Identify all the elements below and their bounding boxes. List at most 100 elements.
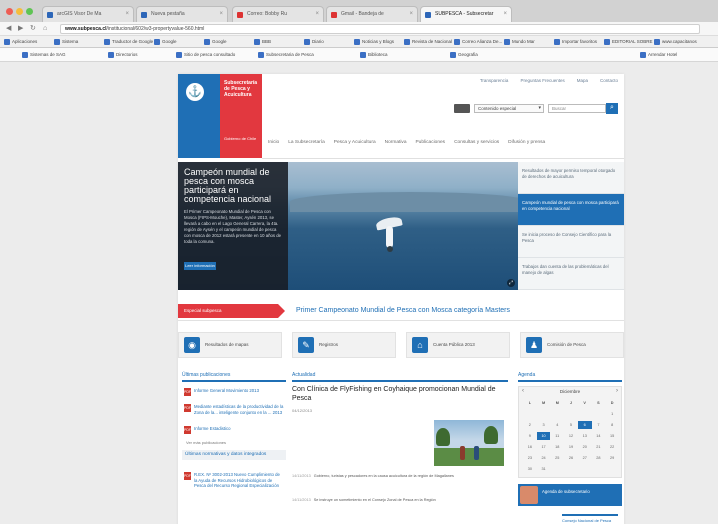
bookmark-item[interactable]: EDITORIAL SOBRE (604, 38, 653, 46)
url-input[interactable]: www.subpesca.cl/institucional/602/w3-pro… (60, 24, 700, 34)
calendar-day[interactable]: 7 (592, 421, 606, 429)
top-link[interactable]: Contacto (600, 78, 618, 83)
browser-tab[interactable]: arcGIS Visor De Ma × (42, 6, 134, 22)
bookmark-item[interactable]: Importar favoritos (554, 38, 597, 46)
calendar-day[interactable]: 21 (592, 443, 606, 451)
calendar-day[interactable]: 27 (578, 454, 592, 462)
calendar-day[interactable]: 4 (550, 421, 564, 429)
calendar-day[interactable]: 12 (564, 432, 578, 440)
close-window-button[interactable] (6, 8, 13, 15)
see-all-publications-link[interactable]: Ver más publicaciones (186, 440, 226, 445)
calendar-day[interactable]: 30 (523, 465, 537, 473)
bookmark-item[interactable]: Traductor de Google (104, 38, 153, 46)
calendar-day[interactable]: 1 (605, 410, 619, 418)
consejo-link[interactable]: Consejo Nacional de Pesca Consejo Cientí… (562, 514, 618, 524)
search-input[interactable]: Buscar (548, 103, 606, 113)
monitor-icon[interactable] (454, 103, 470, 113)
quick-access-card[interactable]: ✎ Registros (292, 332, 396, 358)
calendar-day[interactable]: 16 (523, 443, 537, 451)
nav-item[interactable]: La Subsecretaría (288, 140, 325, 145)
calendar-day[interactable]: 18 (550, 443, 564, 451)
calendar-day[interactable]: 24 (537, 454, 551, 462)
calendar-day[interactable]: 8 (605, 421, 619, 429)
tab-close-icon[interactable]: × (125, 11, 129, 17)
maximize-window-button[interactable] (26, 8, 33, 15)
tab-close-icon[interactable]: × (503, 11, 507, 17)
calendar-day[interactable]: 3 (537, 421, 551, 429)
expand-icon[interactable]: ⤢ (507, 279, 515, 287)
forward-icon[interactable]: ▶ (18, 25, 23, 33)
publication-item[interactable]: PDF Informe General Movimiento 2013 (184, 388, 284, 396)
nav-item[interactable]: Difusión y prensa (508, 140, 545, 145)
search-button[interactable]: ⌕ (606, 102, 618, 114)
calendar-next-icon[interactable]: › (616, 388, 618, 394)
nav-item[interactable]: Inicio (268, 140, 279, 145)
publication-item[interactable]: PDF Mediante estadísticas de la producti… (184, 404, 284, 415)
tab-close-icon[interactable]: × (409, 11, 413, 17)
calendar-day[interactable]: 15 (605, 432, 619, 440)
quick-access-card[interactable]: ◉ Resultados de mapas (178, 332, 282, 358)
quick-access-card[interactable]: ♟ Comisión de Pesca (520, 332, 624, 358)
bookmark-item[interactable]: Arrendar Hotel (640, 51, 677, 59)
calendar-day[interactable]: 22 (605, 443, 619, 451)
news-headline[interactable]: Con Clínica de FlyFishing en Coyhaique p… (292, 386, 502, 403)
bookmark-item[interactable]: Correo Alianza De... (454, 38, 502, 46)
calendar-day[interactable]: 10 (536, 432, 551, 440)
calendar-day[interactable]: 28 (592, 454, 606, 462)
calendar-day[interactable]: 9 (523, 432, 537, 440)
calendar-day[interactable]: 2 (523, 421, 537, 429)
bookmark-item[interactable]: Geografia (450, 51, 478, 59)
reload-icon[interactable]: ↻ (30, 25, 36, 33)
calendar-day[interactable]: 14 (592, 432, 606, 440)
calendar-day[interactable]: 19 (564, 443, 578, 451)
publication-item[interactable]: PDF Informe Estadistico (184, 426, 284, 434)
calendar-day[interactable]: 6 (577, 421, 592, 429)
bookmark-item[interactable]: Sistemas de SAG (22, 51, 66, 59)
hero-side-item[interactable]: Trabajos dan cuenta de las problemáticas… (518, 258, 624, 290)
hero-side-item[interactable]: Se inicia proceso de Consejo Científico … (518, 226, 624, 258)
bookmark-item[interactable]: Revista de Nacional (404, 38, 452, 46)
calendar-day[interactable]: 17 (537, 443, 551, 451)
nav-item[interactable]: Publicaciones (415, 140, 445, 145)
special-content-select[interactable]: Contenido especial (474, 103, 544, 113)
tab-close-icon[interactable]: × (219, 11, 223, 17)
bookmark-item[interactable]: BBB (254, 38, 271, 46)
top-link[interactable]: Mapa (577, 78, 588, 83)
bookmark-item[interactable]: www.capacitanos (654, 38, 697, 46)
bookmark-item[interactable]: Aplicaciones (4, 38, 37, 46)
top-link[interactable]: Preguntas Frecuentes (520, 78, 564, 83)
nav-item[interactable]: Consultas y servicios (454, 140, 499, 145)
calendar-day[interactable]: 29 (605, 454, 619, 462)
browser-tab[interactable]: Nueva pestaña × (136, 6, 228, 22)
top-link[interactable]: Transparencia (480, 78, 509, 83)
banner-link[interactable]: Primer Campeonato Mundial de Pesca con M… (296, 305, 510, 317)
hero-side-item[interactable]: Resultados de mayor permiso temporal oto… (518, 162, 624, 194)
hero-carousel[interactable]: Campeón mundial de pesca con mosca parti… (178, 162, 518, 290)
news-photo[interactable] (434, 420, 504, 466)
calendar-day[interactable]: 25 (550, 454, 564, 462)
calendar-day[interactable]: 13 (578, 432, 592, 440)
minimize-window-button[interactable] (16, 8, 23, 15)
home-icon[interactable]: ⌂ (43, 25, 47, 33)
hero-side-item[interactable]: Campeón mundial de pesca con mosca parti… (518, 194, 624, 226)
browser-tab[interactable]: SUBPESCA - Subsecretar × (420, 6, 512, 22)
bookmark-item[interactable]: Subsecretaria de Pesca (258, 51, 314, 59)
back-icon[interactable]: ◀ (6, 25, 11, 33)
calendar-day[interactable]: 5 (564, 421, 578, 429)
quick-access-card[interactable]: ⌂ Cuenta Pública 2013 (406, 332, 510, 358)
site-logo[interactable]: ⚓ Subsecretaría de Pesca y Acuicultura G… (178, 74, 262, 158)
calendar-day[interactable]: 11 (550, 432, 564, 440)
agenda-card[interactable]: Agenda de subsecretario (518, 484, 622, 506)
bookmark-item[interactable]: Sitio de pesca consultado (176, 51, 235, 59)
nav-item[interactable]: Normativa (385, 140, 407, 145)
browser-tab[interactable]: Correo: Bobby Ru × (232, 6, 324, 22)
bookmark-item[interactable]: Sistema (54, 38, 78, 46)
calendar-day[interactable]: 26 (564, 454, 578, 462)
bookmark-item[interactable]: Biblioteca (360, 51, 388, 59)
bookmark-item[interactable]: Google (154, 38, 177, 46)
calendar-day[interactable]: 31 (537, 465, 551, 473)
calendar-day[interactable]: 23 (523, 454, 537, 462)
hero-more-button[interactable]: Leer información (184, 262, 216, 270)
calendar-day[interactable]: 20 (578, 443, 592, 451)
news-list-item[interactable]: 14/11/2013 Gobierno, turistas y pescadore… (292, 474, 504, 479)
